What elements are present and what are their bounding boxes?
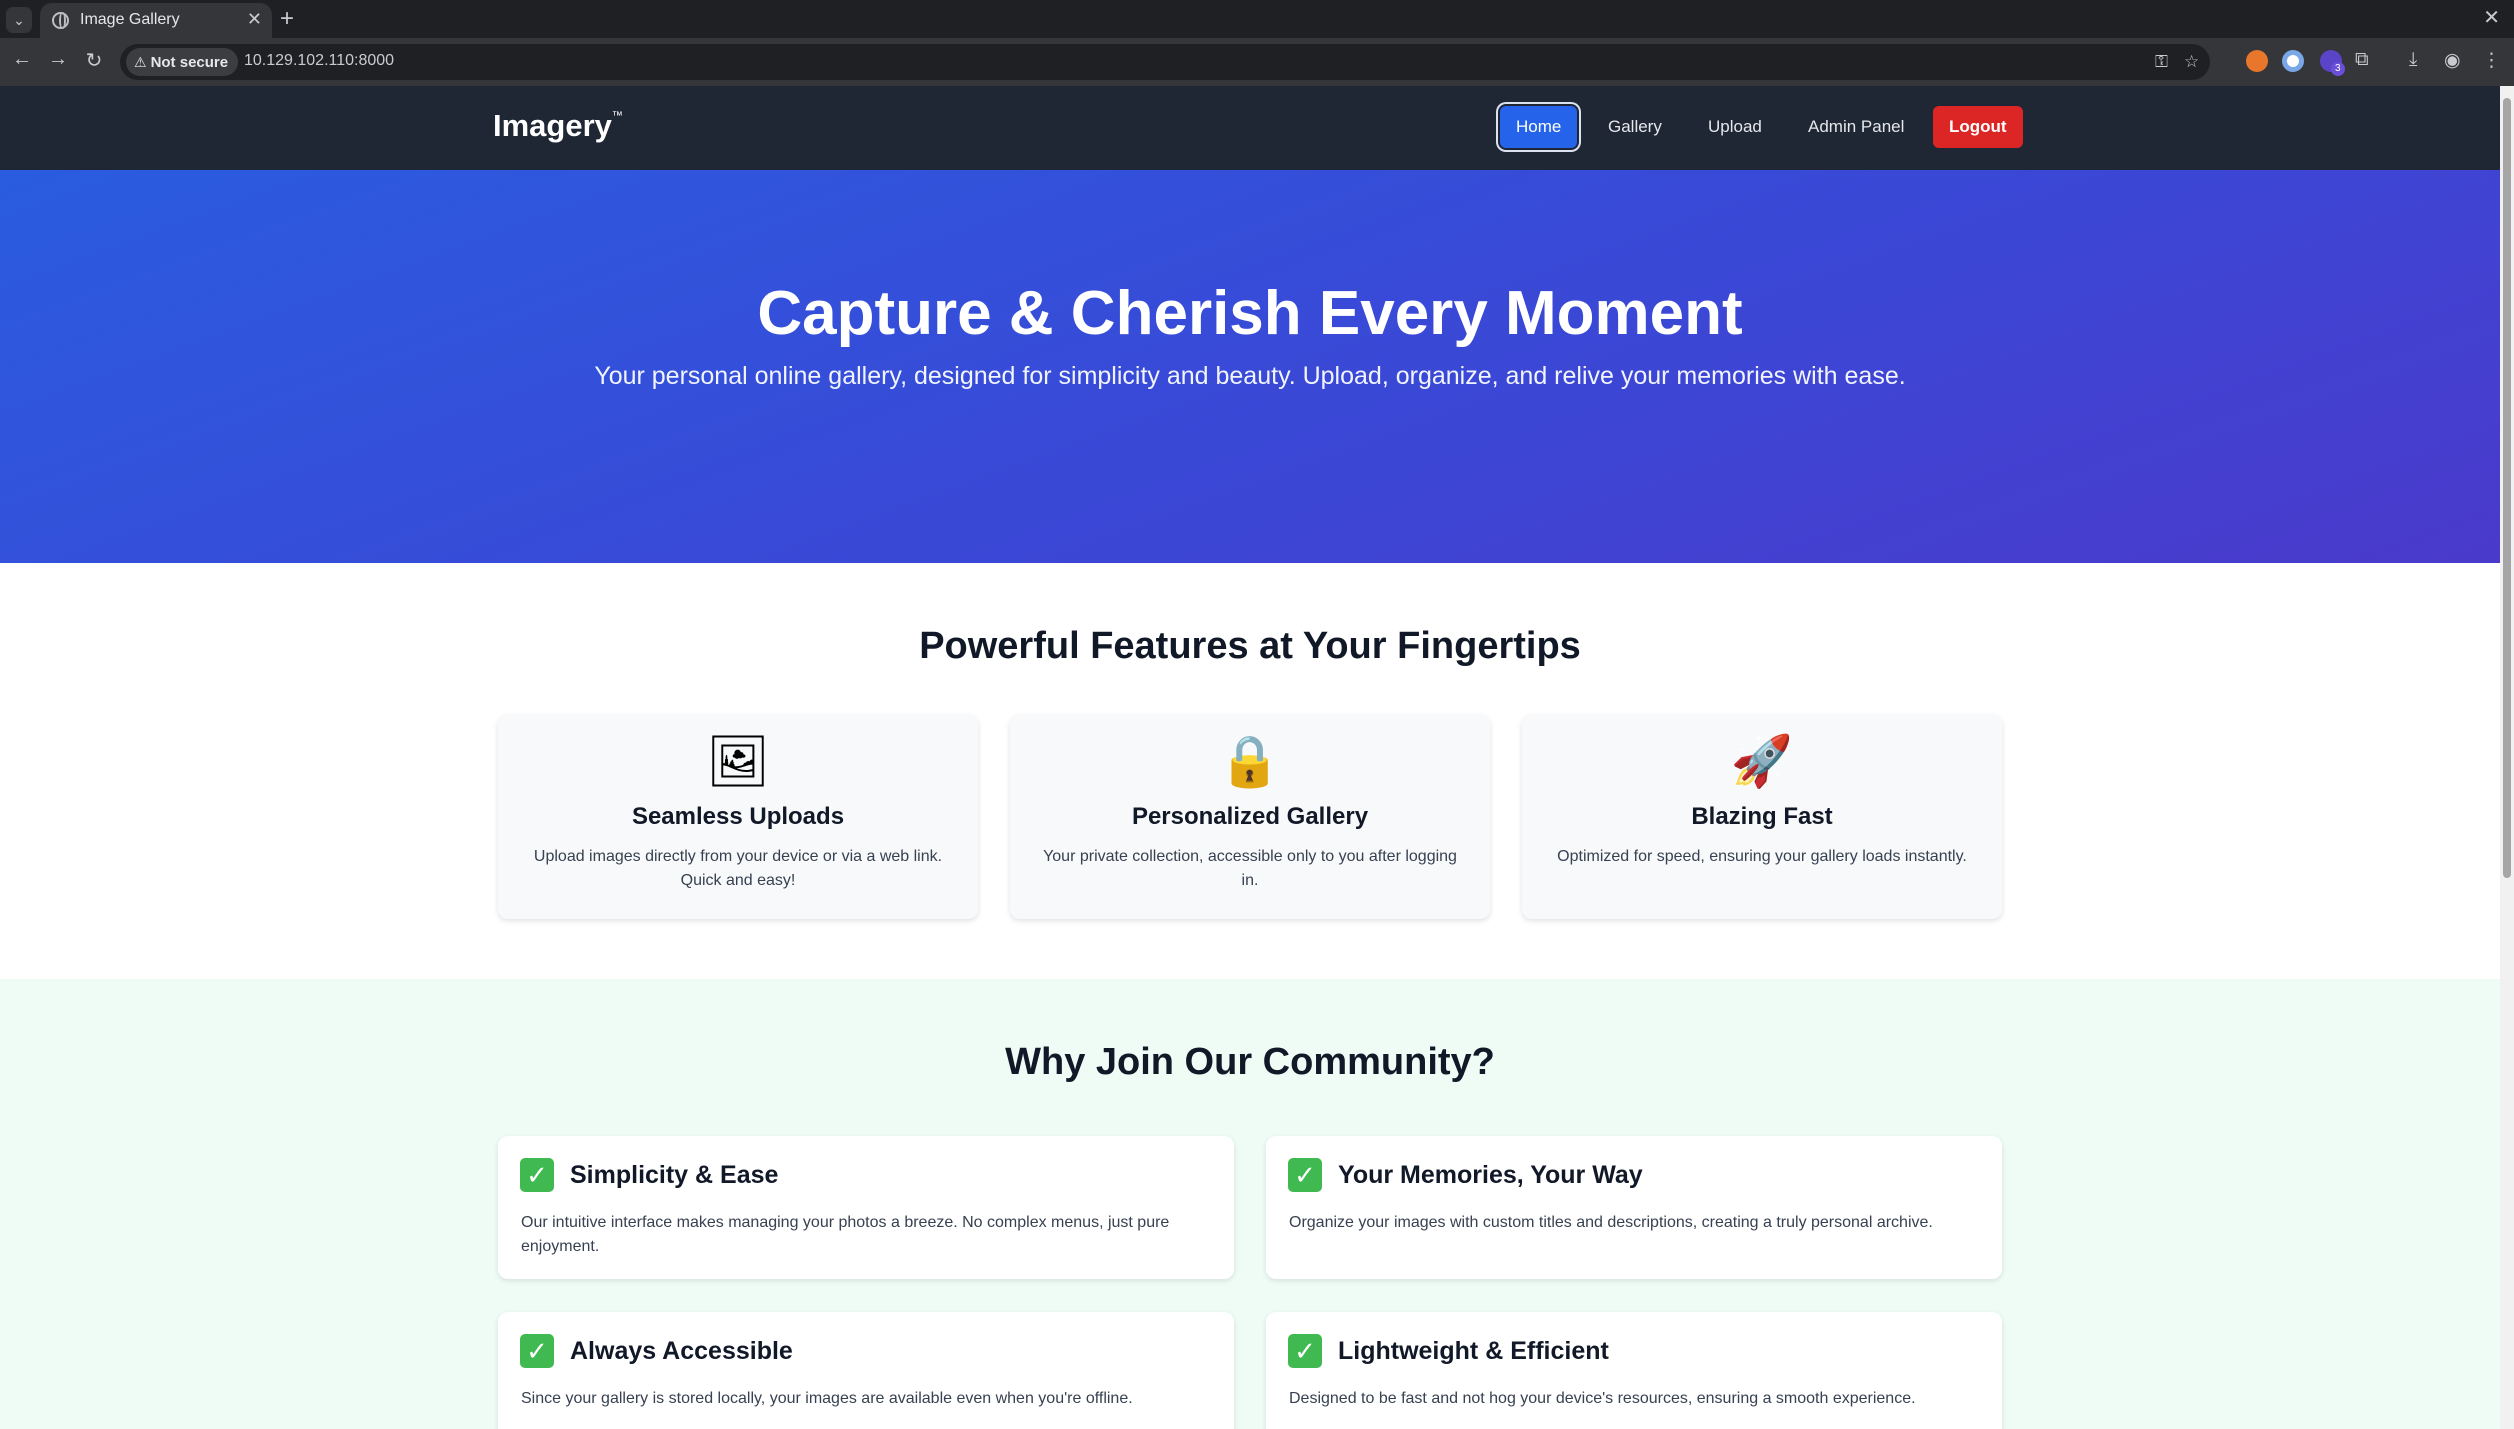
feature-card: 🔒 Personalized Gallery Your private coll… (1010, 715, 1490, 919)
tab-search-chevron-icon[interactable]: ⌄ (6, 7, 32, 33)
rocket-icon: 🚀 (1730, 733, 1794, 789)
brand-logo[interactable]: Imagery™ (493, 108, 623, 144)
globe-icon (52, 12, 69, 29)
password-key-icon[interactable]: ⚿ (2155, 52, 2168, 72)
feature-desc: Optimized for speed, ensuring your galle… (1557, 848, 1967, 865)
profile-avatar-icon[interactable]: ◉ (2444, 49, 2461, 72)
check-mark-icon: ✓ (1288, 1334, 1322, 1368)
site-navbar: Imagery™ Home Gallery Upload Admin Panel… (0, 86, 2500, 170)
logout-button[interactable]: Logout (1933, 106, 2023, 148)
nav-gallery[interactable]: Gallery (1592, 106, 1678, 148)
check-mark-icon: ✓ (520, 1334, 554, 1368)
address-bar[interactable]: ⚠ Not secure 10.129.102.110:8000 ⚿ ☆ (120, 44, 2210, 80)
benefit-desc: Our intuitive interface makes managing y… (521, 1214, 1170, 1255)
feature-title: Personalized Gallery (1131, 803, 1369, 830)
extensions-puzzle-icon[interactable]: ⧉ (2355, 49, 2369, 71)
benefit-title: Lightweight & Efficient (1338, 1337, 1609, 1365)
download-icon[interactable]: ⤓ (2409, 49, 2417, 71)
benefit-desc: Designed to be fast and not hog your dev… (1289, 1390, 1916, 1407)
benefit-card: ✓ Lightweight & Efficient Designed to be… (1266, 1312, 2002, 1429)
brand-name: Imagery (493, 108, 612, 143)
benefit-desc: Organize your images with custom titles … (1289, 1214, 1933, 1231)
security-label: Not secure (150, 54, 229, 71)
tab-title: Image Gallery (80, 11, 180, 28)
browser-toolbar: ← → ↻ ⚠ Not secure 10.129.102.110:8000 ⚿ … (0, 38, 2514, 86)
trademark-mark: ™ (611, 110, 623, 122)
hero-title: Capture & Cherish Every Moment (757, 279, 1743, 348)
warning-icon: ⚠ (134, 54, 147, 70)
page-scrollbar[interactable] (2500, 86, 2514, 1429)
new-tab-plus-icon[interactable]: + (280, 5, 294, 33)
forward-arrow-icon[interactable]: → (44, 48, 72, 71)
hero-subtitle: Your personal online gallery, designed f… (594, 362, 1906, 390)
reload-icon[interactable]: ↻ (80, 48, 108, 73)
benefit-card: ✓ Simplicity & Ease Our intuitive interf… (498, 1136, 1234, 1279)
page-viewport: Imagery™ Home Gallery Upload Admin Panel… (0, 86, 2500, 1429)
feature-card: 🚀 Blazing Fast Optimized for speed, ensu… (1522, 715, 2002, 919)
benefit-desc: Since your gallery is stored locally, yo… (521, 1390, 1133, 1407)
benefit-title: Simplicity & Ease (570, 1161, 779, 1189)
community-heading: Why Join Our Community? (1005, 1041, 1495, 1083)
window-close-icon[interactable]: ✕ (2483, 5, 2500, 30)
features-heading: Powerful Features at Your Fingertips (919, 625, 1581, 667)
tab-close-icon[interactable]: ✕ (247, 9, 262, 30)
hero-section: Capture & Cherish Every Moment Your pers… (0, 170, 2500, 563)
back-arrow-icon[interactable]: ← (8, 48, 36, 71)
browser-tabstrip: ⌄ Image Gallery ✕ + ✕ (0, 0, 2514, 38)
community-section: Why Join Our Community? ✓ Simplicity & E… (0, 979, 2500, 1429)
benefit-card: ✓ Your Memories, Your Way Organize your … (1266, 1136, 2002, 1279)
kebab-menu-icon[interactable]: ⋮ (2482, 49, 2501, 72)
benefit-title: Your Memories, Your Way (1338, 1161, 1643, 1189)
feature-desc: Upload images directly from your device … (533, 848, 943, 889)
browser-tab[interactable]: Image Gallery ✕ (40, 3, 272, 38)
features-section: Powerful Features at Your Fingertips 🖼 S… (0, 563, 2500, 979)
lock-icon: 🔒 (1218, 733, 1282, 789)
url-text[interactable]: 10.129.102.110:8000 (244, 52, 394, 70)
feature-title: Blazing Fast (1691, 803, 1833, 830)
check-mark-icon: ✓ (520, 1158, 554, 1192)
framed-picture-icon: 🖼 (706, 733, 770, 789)
check-mark-icon: ✓ (1288, 1158, 1322, 1192)
benefit-card: ✓ Always Accessible Since your gallery i… (498, 1312, 1234, 1429)
feature-title: Seamless Uploads (631, 803, 845, 830)
nav-admin-panel[interactable]: Admin Panel (1792, 106, 1920, 148)
feature-desc: Your private collection, accessible only… (1043, 848, 1457, 889)
feature-card: 🖼 Seamless Uploads Upload images directl… (498, 715, 978, 919)
extension-blue-ring-icon[interactable] (2282, 50, 2304, 72)
extension-badge: 3 (2331, 62, 2345, 76)
nav-home[interactable]: Home (1500, 106, 1578, 148)
bookmark-star-icon[interactable]: ☆ (2184, 52, 2199, 72)
extension-orange-icon[interactable] (2246, 50, 2268, 72)
nav-upload[interactable]: Upload (1692, 106, 1778, 148)
security-chip[interactable]: ⚠ Not secure (126, 48, 239, 76)
scrollbar-thumb[interactable] (2503, 98, 2511, 878)
benefit-title: Always Accessible (570, 1337, 793, 1365)
